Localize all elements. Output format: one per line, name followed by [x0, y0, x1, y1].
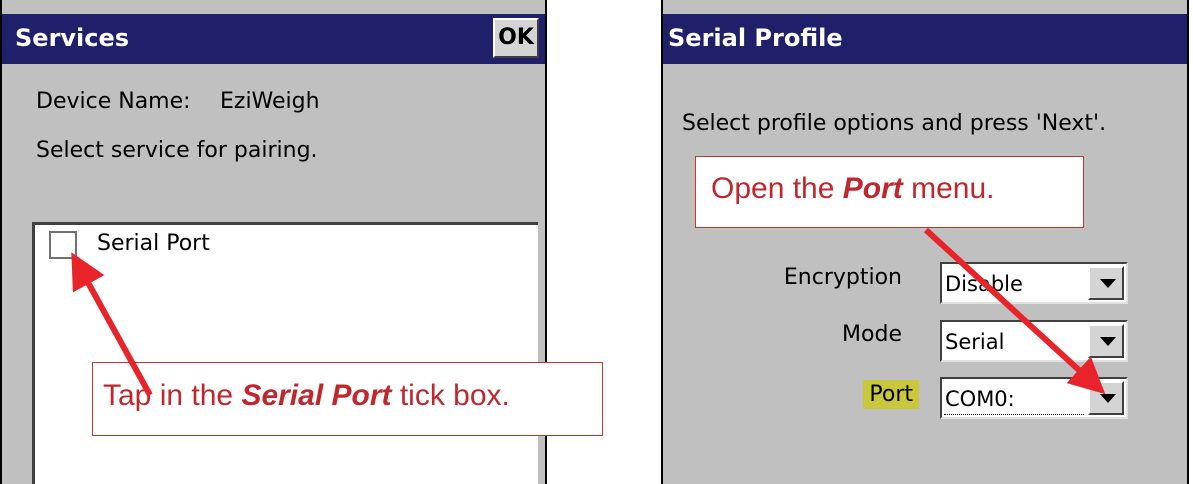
mode-label: Mode: [842, 322, 902, 347]
dropdown-arrow-icon[interactable]: [1088, 381, 1124, 415]
device-name-value: EziWeigh: [220, 89, 320, 114]
serial-port-checkbox[interactable]: [49, 231, 77, 259]
port-select[interactable]: COM0:: [940, 377, 1128, 419]
dropdown-arrow-icon[interactable]: [1088, 266, 1124, 300]
service-label: Serial Port: [97, 231, 210, 256]
annotation-callout-left: Tap in the Serial Port tick box.: [92, 362, 603, 436]
device-name-label: Device Name:: [36, 89, 191, 114]
title-bar: Services OK: [2, 14, 545, 64]
instruction-text: Select profile options and press 'Next'.: [682, 111, 1107, 136]
mode-select[interactable]: Serial: [940, 320, 1128, 362]
services-list: Serial Port: [32, 222, 538, 484]
port-value: COM0:: [945, 387, 1015, 411]
window-title: Serial Profile: [668, 24, 843, 52]
focus-indicator: [944, 414, 1084, 415]
encryption-value: Disable: [945, 272, 1023, 296]
window-title: Services: [15, 24, 130, 52]
dropdown-arrow-icon[interactable]: [1088, 324, 1124, 358]
ok-button[interactable]: OK: [493, 18, 539, 58]
port-label: Port: [863, 380, 919, 409]
annotation-callout-right: Open the Port menu.: [695, 156, 1084, 228]
mode-value: Serial: [945, 330, 1005, 354]
instruction-text: Select service for pairing.: [36, 138, 318, 163]
encryption-label: Encryption: [783, 265, 902, 290]
title-bar: Serial Profile: [663, 14, 1187, 64]
encryption-select[interactable]: Disable: [940, 262, 1128, 304]
